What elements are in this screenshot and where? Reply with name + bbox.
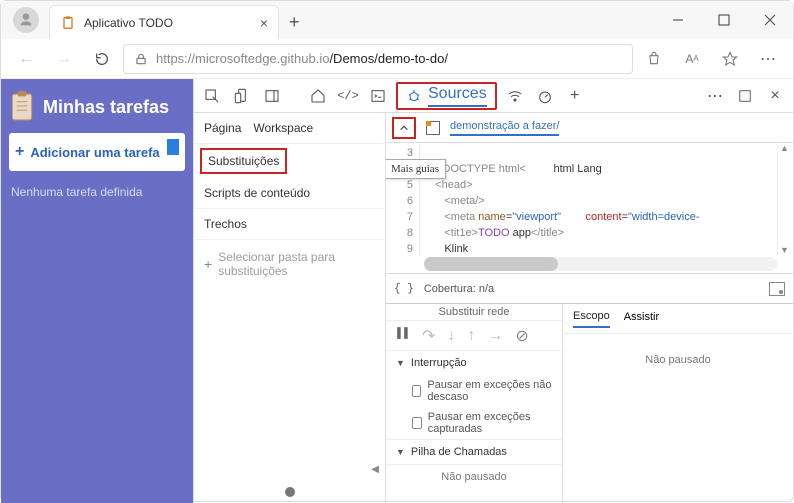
pause-caught-checkbox[interactable]: Pausar em exceções capturadas — [386, 407, 562, 439]
tab-pagina[interactable]: Página — [204, 121, 241, 135]
dt-close-icon[interactable]: × — [763, 84, 787, 108]
minimize-button[interactable] — [655, 1, 701, 39]
vertical-scrollbar[interactable] — [777, 143, 793, 255]
step-icon[interactable]: → — [487, 327, 503, 345]
network-icon[interactable] — [503, 84, 527, 108]
elements-icon[interactable]: </> — [336, 84, 360, 108]
step-into-icon[interactable]: ↓ — [447, 327, 455, 345]
close-button[interactable] — [747, 1, 793, 39]
more-tab-button[interactable]: + — [563, 84, 587, 108]
tab-workspace[interactable]: Workspace — [253, 121, 313, 135]
sources-label: Sources — [428, 85, 487, 107]
url-input[interactable]: https://microsoftedge.github.io/Demos/de… — [123, 44, 633, 74]
code-content: K ! DOCTYPE html< html Lang <head> <meta… — [420, 143, 777, 255]
profile-avatar[interactable] — [13, 7, 39, 33]
url-path: /Demos/demo-to-do/ — [329, 51, 448, 66]
clipboard-icon — [60, 15, 76, 31]
url-host: https://microsoftedge.github.io — [156, 51, 329, 66]
new-tab-button[interactable]: + — [279, 12, 310, 33]
dt-dock-icon[interactable] — [733, 84, 757, 108]
file-tab[interactable]: demonstração a fazer/ — [450, 120, 559, 136]
tab-overrides[interactable]: Substituições — [200, 148, 287, 174]
panel-icon[interactable] — [260, 84, 284, 108]
address-bar: ← → https://microsoftedge.github.io/Demo… — [1, 39, 793, 79]
tab-sources[interactable]: Sources — [396, 82, 497, 110]
bug-icon — [406, 88, 422, 104]
page-title: Minhas tarefas — [9, 91, 185, 123]
add-task-button[interactable]: + Adicionar uma tarefa — [9, 133, 185, 171]
more-button[interactable]: ⋯ — [751, 44, 785, 74]
add-task-label: Adicionar uma tarefa — [30, 145, 159, 160]
maximize-button[interactable] — [701, 1, 747, 39]
titlebar: Aplicativo TODO × + — [1, 1, 793, 39]
tab-scope[interactable]: Escopo — [573, 310, 610, 328]
reload-button[interactable] — [85, 44, 119, 74]
tab-title: Aplicativo TODO — [84, 16, 252, 30]
device-icon[interactable] — [230, 84, 254, 108]
step-out-icon[interactable]: ↑ — [467, 327, 475, 345]
code-editor[interactable]: Mais guias 345678910 K ! DOCTYPE html< h… — [386, 143, 793, 255]
browser-tab[interactable]: Aplicativo TODO × — [49, 5, 279, 39]
clipboard-icon — [9, 91, 35, 123]
callstack-section[interactable]: ▼Pilha de Chamadas — [386, 440, 562, 464]
select-folder-label: Selecionar pasta para substituições — [218, 250, 375, 278]
console-icon[interactable] — [366, 84, 390, 108]
lock-icon — [134, 52, 148, 66]
editor-pane: demonstração a fazer/ Mais guias 3456789… — [386, 113, 793, 503]
mais-guias-tooltip: Mais guias — [386, 159, 446, 179]
back-button[interactable]: ← — [9, 44, 43, 74]
horizontal-scrollbar[interactable] — [424, 257, 777, 271]
debugger-toolbar: ↷ ↓ ↑ → ⊘ — [386, 321, 562, 351]
inspect-icon[interactable] — [200, 84, 224, 108]
devtools-panel: </> Sources + ⋯ × Página Workspace — [193, 79, 793, 503]
select-folder-button[interactable]: + Selecionar pasta para substituições — [194, 240, 385, 288]
text-cursor-icon — [167, 139, 179, 155]
welcome-icon[interactable] — [306, 84, 330, 108]
text-size-button[interactable]: AA — [675, 44, 709, 74]
forward-button[interactable]: → — [47, 44, 81, 74]
todo-app-page: Minhas tarefas + Adicionar uma tarefa Ne… — [1, 79, 193, 503]
tab-close-icon[interactable]: × — [260, 15, 268, 31]
editor-status-bar: { } Cobertura: n/a — [386, 273, 793, 303]
app-title-text: Minhas tarefas — [43, 97, 169, 118]
pretty-print-icon[interactable]: { } — [394, 283, 414, 295]
pause-icon[interactable] — [396, 326, 410, 345]
subst-net-label: Substituir rede — [386, 304, 562, 321]
scope-not-paused: Não pausado — [563, 334, 793, 503]
sources-nav-pane: Página Workspace Substituições Scripts d… — [194, 113, 386, 503]
breakpoints-section[interactable]: ▼Interrupção — [386, 351, 562, 375]
devtools-toolbar: </> Sources + ⋯ × — [194, 79, 793, 113]
dt-more-icon[interactable]: ⋯ — [703, 84, 727, 108]
coverage-label: Cobertura: n/a — [424, 283, 494, 295]
tab-snippets[interactable]: Trechos — [194, 209, 385, 240]
deactivate-bp-icon[interactable]: ⊘ — [515, 326, 528, 346]
tab-content-scripts[interactable]: Scripts de conteúdo — [194, 178, 385, 209]
chevron-left-icon[interactable]: ◀ — [371, 464, 379, 475]
shopping-icon[interactable] — [637, 44, 671, 74]
not-paused-label: Não pausado — [386, 465, 562, 489]
image-icon[interactable] — [769, 282, 785, 296]
page-icon[interactable] — [426, 121, 440, 135]
favorite-button[interactable] — [713, 44, 747, 74]
scope-pane: Escopo Assistir Não pausado — [563, 304, 793, 503]
no-tasks-label: Nenhuma tarefa definida — [9, 181, 185, 203]
window-controls — [655, 1, 793, 39]
performance-icon[interactable] — [533, 84, 557, 108]
debugger-pane: Substituir rede ↷ ↓ ↑ → ⊘ ▼Interrupção P… — [386, 304, 563, 503]
step-over-icon[interactable]: ↷ — [422, 326, 435, 346]
drag-handle-icon[interactable] — [285, 487, 295, 497]
tab-watch[interactable]: Assistir — [624, 311, 659, 327]
more-tabs-button[interactable] — [392, 117, 416, 139]
pause-uncaught-checkbox[interactable]: Pausar em exceções não descaso — [386, 375, 562, 407]
